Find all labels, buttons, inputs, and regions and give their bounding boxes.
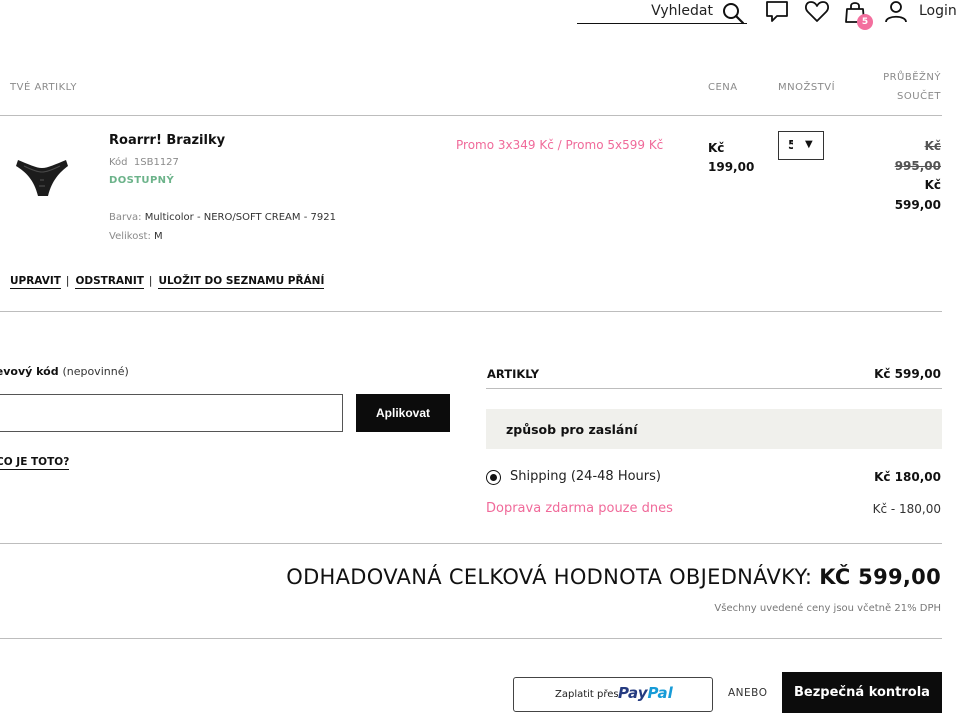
site-header: Vyhledat 5 Login (0, 0, 956, 30)
divider (0, 115, 942, 116)
product-code-label: Kód (109, 157, 128, 168)
promo-text: Promo 3x349 Kč / Promo 5x599 Kč (456, 138, 664, 152)
free-shipping-label: Doprava zdarma pouze dnes (486, 501, 673, 516)
shipping-method-header: způsob pro zaslání (486, 409, 942, 449)
product-color-value: Multicolor - NERO/SOFT CREAM - 7921 (144, 212, 336, 223)
cart-count-badge[interactable]: 5 (857, 14, 873, 30)
paypal-prefix: Zaplatit přes (555, 689, 619, 700)
col-header-subtotal-line2: SOUČET (897, 91, 941, 102)
secure-checkout-button[interactable]: Bezpečná kontrola (782, 672, 942, 713)
quantity-value: 5 (788, 138, 793, 152)
product-size: Velikost: M (109, 231, 163, 242)
product-color: Barva: Multicolor - NERO/SOFT CREAM - 79… (109, 212, 336, 223)
save-to-wishlist-link[interactable]: ULOŽIT DO SEZNAMU PŘÁNÍ (158, 275, 325, 289)
product-size-label: Velikost: (109, 231, 151, 242)
promo-code-input[interactable] (0, 394, 343, 432)
divider (486, 388, 942, 389)
line-subtotal: Kč 995,00 Kč 599,00 (895, 137, 941, 215)
unit-price-value: 199,00 (708, 160, 755, 174)
shipping-price: Kč 180,00 (874, 470, 941, 484)
product-code-value: 1SB1127 (133, 157, 179, 168)
or-label: ANEBO (728, 687, 768, 699)
paypal-logo-part2: Pal (647, 684, 673, 702)
summary-items-label: ARTIKLY (487, 367, 540, 381)
paypal-logo-part1: Pay (618, 684, 648, 702)
search-icon[interactable] (721, 1, 745, 25)
promo-code-label-text: levový kód (0, 365, 59, 378)
divider (0, 638, 942, 639)
col-header-items: TVÉ ARTIKLY (10, 82, 77, 93)
col-header-subtotal-line1: PRŮBĚŽNÝ (883, 72, 941, 83)
product-code: Kód 1SB1127 (109, 157, 179, 168)
product-name[interactable]: Roarrr! Brazilky (109, 133, 225, 148)
login-link[interactable]: Login (919, 3, 956, 19)
search-bar[interactable]: Vyhledat (577, 0, 747, 25)
subtotal-new-currency: Kč (924, 178, 941, 192)
free-shipping-value: Kč - 180,00 (872, 502, 941, 516)
unit-price-currency: Kč (708, 141, 725, 155)
caret-down-icon: ▼ (805, 139, 813, 150)
paypal-button[interactable]: Zaplatit přes PayPal (513, 677, 713, 712)
order-total-value: KČ 599,00 (819, 565, 941, 589)
subtotal-new-value: 599,00 (894, 197, 941, 212)
unit-price: Kč 199,00 (708, 139, 768, 177)
separator: | (65, 275, 70, 287)
shipping-method-title: způsob pro zaslání (506, 422, 638, 437)
promo-code-label: levový kód (nepovinné) (0, 365, 129, 378)
chat-icon[interactable] (764, 0, 790, 24)
separator: | (148, 275, 153, 287)
col-header-price: CENA (708, 82, 738, 93)
col-header-qty: MNOŽSTVÍ (778, 82, 836, 93)
product-size-value: M (154, 231, 163, 242)
stock-status: DOSTUPNÝ (109, 175, 175, 186)
user-icon[interactable] (883, 0, 909, 24)
divider (0, 311, 942, 312)
subtotal-old-currency: Kč (924, 139, 941, 153)
product-image[interactable] (14, 150, 70, 206)
divider (0, 543, 942, 544)
vat-note: Všechny uvedené ceny jsou včetně 21% DPH (714, 603, 941, 614)
search-label[interactable]: Vyhledat (651, 3, 713, 19)
apply-button[interactable]: Aplikovat (356, 394, 450, 432)
order-total-label: ODHADOVANÁ CELKOVÁ HODNOTA OBJEDNÁVKY: (286, 565, 813, 589)
heart-icon[interactable] (804, 0, 830, 24)
what-is-this-link[interactable]: CO JE TOTO? (0, 456, 70, 470)
order-total: ODHADOVANÁ CELKOVÁ HODNOTA OBJEDNÁVKY: K… (286, 565, 941, 589)
remove-link[interactable]: ODSTRANIT (75, 275, 144, 289)
summary-items-value: Kč 599,00 (874, 367, 941, 381)
shipping-radio[interactable] (486, 470, 501, 485)
subtotal-old-value: 995,00 (894, 158, 941, 173)
shipping-option-label[interactable]: Shipping (24-48 Hours) (510, 469, 661, 484)
product-color-label: Barva: (109, 212, 142, 223)
item-actions: UPRAVIT | ODSTRANIT | ULOŽIT DO SEZNAMU PŘÁN… (10, 275, 325, 289)
edit-link[interactable]: UPRAVIT (10, 275, 61, 289)
paypal-logo: PayPal (618, 684, 673, 702)
quantity-select[interactable]: 5 ▼ (778, 131, 824, 160)
promo-code-optional: (nepovinné) (62, 365, 129, 378)
